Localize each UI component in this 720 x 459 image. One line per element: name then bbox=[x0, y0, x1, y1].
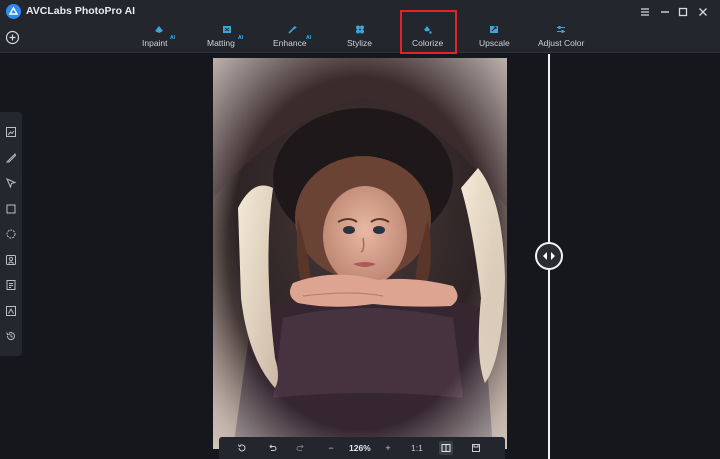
layers-icon[interactable] bbox=[5, 279, 17, 291]
tab-stylize[interactable]: Stylize bbox=[347, 24, 373, 53]
undo-icon[interactable] bbox=[265, 441, 279, 455]
actual-size-button[interactable]: 1:1 bbox=[411, 443, 423, 453]
tab-upscale[interactable]: Upscale bbox=[479, 24, 510, 53]
tab-label: Upscale bbox=[479, 38, 510, 48]
tab-label: Enhance bbox=[273, 38, 307, 48]
split-view-icon[interactable] bbox=[439, 441, 453, 455]
menu-icon[interactable] bbox=[636, 3, 654, 21]
maximize-icon[interactable] bbox=[674, 3, 692, 21]
ai-badge: AI bbox=[238, 35, 243, 41]
bottom-zoom-bar: − 126% + 1:1 bbox=[219, 437, 505, 459]
zoom-out-button[interactable]: − bbox=[324, 441, 338, 455]
tab-label: Stylize bbox=[347, 38, 373, 48]
tab-label: Matting bbox=[207, 38, 235, 48]
tab-matting[interactable]: Matting AI bbox=[207, 24, 247, 53]
tab-inpaint[interactable]: Inpaint AI bbox=[142, 24, 178, 53]
zoom-in-button[interactable]: + bbox=[381, 441, 395, 455]
stamp-icon[interactable] bbox=[5, 305, 17, 317]
history-icon[interactable] bbox=[5, 330, 17, 342]
pointer-icon[interactable] bbox=[5, 177, 17, 189]
portrait-icon[interactable] bbox=[5, 254, 17, 266]
image-icon[interactable] bbox=[5, 126, 17, 138]
add-image-icon[interactable] bbox=[5, 30, 20, 45]
brush-icon[interactable] bbox=[5, 152, 17, 164]
app-logo-icon bbox=[6, 4, 21, 19]
save-icon[interactable] bbox=[469, 441, 483, 455]
reset-icon[interactable] bbox=[235, 441, 249, 455]
rectangle-select-icon[interactable] bbox=[5, 203, 17, 215]
compare-slider-handle[interactable] bbox=[535, 242, 563, 270]
photo-preview[interactable] bbox=[213, 58, 507, 449]
zoom-level: 126% bbox=[349, 443, 371, 453]
colorize-highlight-box bbox=[400, 10, 457, 54]
arrows-left-right-icon bbox=[543, 252, 555, 260]
left-toolbar bbox=[0, 112, 22, 356]
minimize-icon[interactable] bbox=[656, 3, 674, 21]
upscale-icon bbox=[490, 26, 498, 33]
inpaint-icon bbox=[155, 26, 163, 33]
matting-icon bbox=[223, 26, 231, 33]
tab-label: Inpaint bbox=[142, 38, 168, 48]
tab-adjust-color[interactable]: Adjust Color bbox=[538, 24, 584, 53]
adjust-color-icon bbox=[557, 26, 565, 33]
stylize-icon bbox=[356, 25, 364, 34]
title-bar: AVCLabs PhotoPro AI bbox=[0, 0, 720, 24]
tab-enhance[interactable]: Enhance AI bbox=[273, 24, 315, 53]
tab-label: Adjust Color bbox=[538, 38, 585, 48]
enhance-icon bbox=[288, 25, 297, 34]
lasso-icon[interactable] bbox=[5, 228, 17, 240]
ai-badge: AI bbox=[306, 35, 311, 41]
close-icon[interactable] bbox=[694, 3, 712, 21]
app-title: AVCLabs PhotoPro AI bbox=[26, 5, 136, 17]
tool-bar: Inpaint AI Matting AI Enhance AI Stylize… bbox=[0, 24, 720, 53]
ai-badge: AI bbox=[170, 35, 175, 41]
redo-icon[interactable] bbox=[294, 441, 308, 455]
